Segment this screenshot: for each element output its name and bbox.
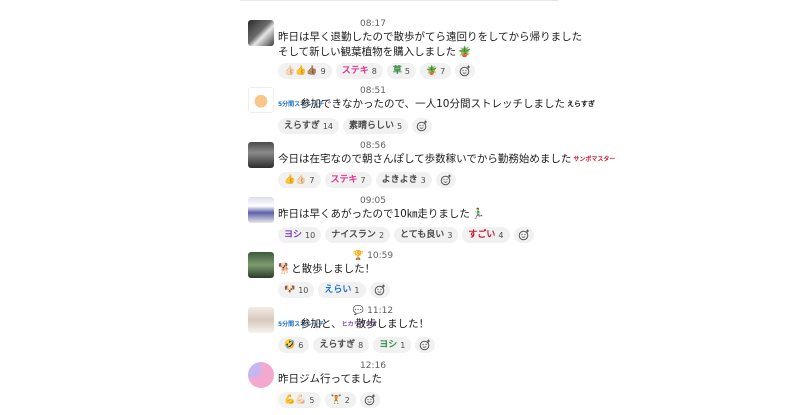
message-feed: 08:17 昨日は早く退勤したので散歩がてら遠回りをしてから帰りました そして新… (248, 18, 616, 415)
reaction-yokiyoki[interactable]: よきよき 3 (375, 172, 432, 188)
add-reaction-button[interactable] (369, 282, 390, 298)
reaction-bar: 👍🏻👍👍🏽 9 ステキ 8 草5 🪴 7 (278, 63, 578, 79)
reaction-potted-plant[interactable]: 🪴 7 (419, 63, 452, 79)
add-reaction-button[interactable] (455, 63, 476, 79)
message-item: 08:17 昨日は早く退勤したので散歩がてら遠回りをしてから帰りました そして新… (248, 18, 583, 79)
message-text: 5分間ストレッチ 参加と、 ヒカリラジオ 散歩しました！ (278, 318, 430, 330)
reaction-suteki[interactable]: ステキ 7 (324, 172, 372, 188)
reaction-erasugi[interactable]: えらすぎ 8 (313, 337, 370, 353)
message-text: 昨日ジム行ってました (278, 373, 382, 385)
message-text: そして新しい観葉植物を購入しました 🪴 (278, 46, 472, 58)
reaction-kusa[interactable]: 草5 (386, 63, 416, 79)
runner-emoji: 🏃‍♂️ (471, 208, 485, 220)
reaction-bar: ヨシ 10 ナイスラン 2 とても良い 3 すごい 4 (278, 227, 578, 243)
top-divider (240, 0, 558, 1)
add-reaction-button[interactable] (435, 172, 456, 188)
reaction-erasugi[interactable]: えらすぎ 14 (278, 118, 340, 134)
avatar[interactable] (248, 362, 274, 388)
avatar[interactable] (248, 252, 274, 278)
hikari-radio-emoji: ヒカリラジオ (341, 321, 378, 328)
reaction-subarashii[interactable]: 素晴らしい 5 (343, 118, 409, 134)
message-item: 08:56 今日は在宅なので朝さんぽして歩数稼いでから勤務始めました サンポマス… (248, 140, 616, 195)
reaction-bar: 🐶 10 えらい 1 (278, 282, 578, 298)
message-timestamp[interactable]: 08:17 (278, 18, 468, 30)
add-emoji-icon (364, 394, 375, 406)
reaction-bar: 🤣 6 えらすぎ 8 ヨシ 1 (278, 337, 578, 353)
add-emoji-icon (459, 65, 471, 77)
avatar[interactable] (248, 197, 274, 223)
message-text: 5分間ストレッチ 参加できなかったので、一人10分間ストレッチしました えらすぎ (278, 98, 595, 110)
message-text: 今日は在宅なので朝さんぽして歩数稼いでから勤務始めました サンポマスター (278, 153, 616, 165)
avatar[interactable] (248, 307, 274, 333)
reaction-bar: えらすぎ 14 素晴らしい 5 (278, 118, 578, 134)
reaction-thumbs-up[interactable]: 👍👍🏻 7 (278, 172, 321, 188)
add-emoji-icon (440, 174, 451, 186)
avatar[interactable] (248, 87, 274, 113)
message-timestamp[interactable]: 09:05 (278, 195, 468, 207)
message-text: 昨日は早く退勤したので散歩がてら遠回りをしてから帰りました (278, 31, 583, 43)
message-text: 🐕 と散歩しました！ (278, 263, 376, 275)
reaction-thumbs-up[interactable]: 👍🏻👍👍🏽 9 (278, 63, 332, 79)
add-emoji-icon (416, 120, 428, 132)
add-emoji-icon (518, 229, 529, 241)
message-item: 12:16 昨日ジム行ってました 💪💪🏻 5 🏋️ 2 (248, 360, 578, 415)
reaction-yoshi[interactable]: ヨシ 1 (373, 337, 412, 353)
reaction-muscle[interactable]: 💪💪🏻 5 (278, 392, 321, 408)
reaction-nice-run[interactable]: ナイスラン 2 (325, 227, 391, 243)
reaction-sugoi[interactable]: すごい 4 (462, 227, 510, 243)
message-item: 09:05 昨日は早くあがったので10㎞走りました 🏃‍♂️ ヨシ 10 ナイスラ… (248, 195, 578, 250)
message-timestamp[interactable]: 🏆 10:59 (278, 250, 468, 262)
reaction-suteki[interactable]: ステキ 8 (335, 63, 383, 79)
message-timestamp[interactable]: 08:51 (278, 85, 468, 97)
message-text: 昨日は早くあがったので10㎞走りました 🏃‍♂️ (278, 208, 485, 220)
potted-plant-emoji: 🪴 (458, 46, 472, 58)
reaction-yoshi[interactable]: ヨシ 10 (278, 227, 322, 243)
add-emoji-icon (374, 284, 385, 296)
stretch-badge: 5分間ストレッチ (278, 321, 325, 328)
message-item: 🏆 10:59 🐕 と散歩しました！ 🐶 10 えらい 1 (248, 250, 578, 305)
reaction-bar: 👍👍🏻 7 ステキ 7 よきよき 3 (278, 172, 578, 188)
avatar[interactable] (248, 20, 274, 46)
dog-emoji: 🐕 (278, 263, 292, 275)
message-item: 💬 11:12 5分間ストレッチ 参加と、 ヒカリラジオ 散歩しました！ 🤣 6 え… (248, 305, 578, 360)
speech-bubble-icon: 💬 (352, 306, 365, 316)
add-reaction-button[interactable] (359, 392, 380, 408)
reaction-erai[interactable]: えらい 1 (318, 282, 366, 298)
sanpo-master-emoji: サンポマスター (573, 156, 616, 163)
message-timestamp[interactable]: 💬 11:12 (278, 305, 468, 317)
reaction-dog[interactable]: 🐶 10 (278, 282, 315, 298)
stretch-badge: 5分間ストレッチ (278, 101, 325, 108)
reaction-bar: 💪💪🏻 5 🏋️ 2 (278, 392, 578, 408)
message-timestamp[interactable]: 12:16 (278, 360, 468, 372)
add-reaction-button[interactable] (415, 337, 436, 353)
avatar[interactable] (248, 142, 274, 168)
add-emoji-icon (420, 339, 431, 351)
message-item: 08:51 5分間ストレッチ 参加できなかったので、一人10分間ストレッチしまし… (248, 85, 595, 140)
message-timestamp[interactable]: 08:56 (278, 140, 468, 152)
reaction-totemo-yoi[interactable]: とても良い 3 (394, 227, 459, 243)
add-reaction-button[interactable] (513, 227, 534, 243)
add-reaction-button[interactable] (412, 118, 433, 134)
erasugi-emoji: えらすぎ (566, 100, 595, 108)
reaction-weightlifter[interactable]: 🏋️ 2 (324, 392, 356, 408)
reaction-rofl[interactable]: 🤣 6 (278, 337, 310, 353)
trophy-icon: 🏆 (352, 251, 365, 261)
